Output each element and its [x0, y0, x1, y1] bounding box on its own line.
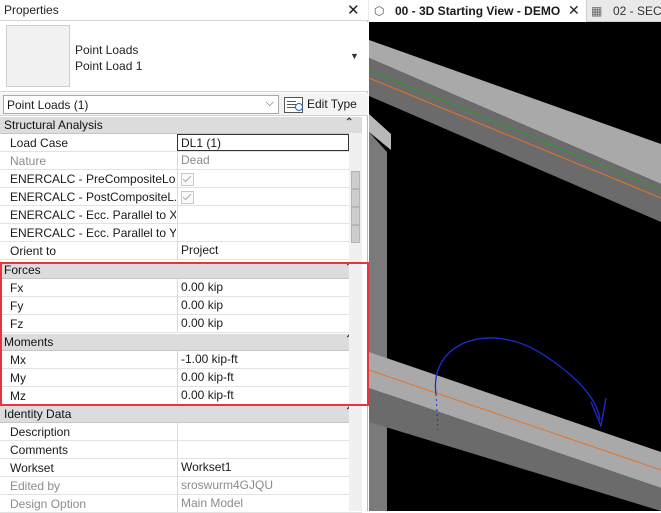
group-label: Forces [4, 263, 41, 277]
property-key: My [10, 371, 26, 385]
property-value[interactable] [177, 224, 362, 241]
property-key: Fx [10, 281, 24, 295]
type-preview-image [6, 25, 70, 87]
group-structural-analysis[interactable]: Structural Analysis ⌃ [0, 117, 362, 134]
property-value[interactable] [177, 206, 362, 223]
palette-title-bar: Properties ✕ [0, 0, 368, 21]
property-value[interactable]: 0.00 kip [177, 297, 362, 314]
property-value[interactable]: -1.00 kip-ft [177, 351, 362, 368]
view-icon: ▦ [591, 4, 603, 18]
scroll-thumb[interactable] [351, 189, 360, 207]
property-row-design-option: Design Option Main Model [0, 495, 362, 513]
palette-title: Properties [4, 3, 59, 17]
property-row-workset[interactable]: Workset Workset1 [0, 459, 362, 477]
property-key: ENERCALC - Ecc. Parallel to YY [10, 226, 176, 240]
property-row-orient-to[interactable]: Orient to Project [0, 242, 362, 260]
chevron-down-icon: ⌵ [265, 97, 274, 109]
property-key: Workset [10, 461, 54, 475]
group-identity-data[interactable]: Identity Data ⌃ [0, 406, 362, 423]
group-label: Moments [4, 335, 54, 349]
group-label: Structural Analysis [4, 118, 103, 132]
property-row-description[interactable]: Description [0, 423, 362, 441]
checkbox[interactable] [181, 191, 194, 204]
scroll-thumb[interactable] [351, 207, 360, 225]
edit-type-label: Edit Type [307, 97, 357, 111]
property-key: ENERCALC - PostCompositeL... [10, 190, 176, 204]
property-key: ENERCALC - PreCompositeLo... [10, 172, 176, 186]
group-forces[interactable]: Forces ⌃ [0, 262, 362, 279]
property-value[interactable]: 0.00 kip-ft [177, 369, 362, 386]
edit-type-button[interactable]: Edit Type [284, 95, 364, 114]
property-value: Dead [177, 152, 362, 169]
type-family: Point Loads [75, 43, 139, 57]
property-value [177, 170, 362, 187]
property-value [177, 188, 362, 205]
property-row-ecc-xx[interactable]: ENERCALC - Ecc. Parallel to XX [0, 206, 362, 224]
property-key: Design Option [10, 497, 87, 511]
property-key: Orient to [10, 244, 57, 258]
property-row-enercalc-precomposite[interactable]: ENERCALC - PreCompositeLo... [0, 170, 362, 188]
group-label: Identity Data [4, 407, 72, 421]
property-key: Edited by [10, 479, 61, 493]
property-row-edited-by: Edited by sroswurm4GJQU [0, 477, 362, 495]
column [369, 132, 387, 511]
property-value[interactable] [177, 441, 362, 458]
property-row-ecc-yy[interactable]: ENERCALC - Ecc. Parallel to YY [0, 224, 362, 242]
property-value[interactable]: 0.00 kip [177, 279, 362, 296]
scroll-thumb[interactable] [351, 171, 360, 189]
tab-label: 00 - 3D Starting View - DEMO [395, 4, 561, 18]
collapse-icon[interactable]: ⌃ [345, 117, 353, 128]
checkbox[interactable] [181, 173, 194, 186]
property-value[interactable]: Project [177, 242, 362, 259]
property-value[interactable] [177, 423, 362, 440]
property-key: Fz [10, 317, 24, 331]
property-value: Main Model [177, 495, 362, 512]
close-icon[interactable]: ✕ [568, 2, 580, 19]
dropdown-arrow-icon[interactable]: ▼ [350, 51, 359, 61]
property-key: Load Case [10, 136, 69, 150]
tab-3d-starting-view[interactable]: ⬡ 00 - 3D Starting View - DEMO ✕ [369, 0, 587, 22]
tab-section-view[interactable]: ▦ 02 - SECO [588, 0, 661, 22]
property-row-fy[interactable]: Fy 0.00 kip [0, 297, 362, 315]
property-key: Description [10, 425, 71, 439]
property-key: Mz [10, 389, 26, 403]
load-case-field[interactable]: DL1 (1) [177, 134, 349, 151]
property-row-comments[interactable]: Comments [0, 441, 362, 459]
property-value: sroswurm4GJQU [177, 477, 362, 494]
3d-view-icon: ⬡ [374, 4, 385, 18]
type-name: Point Load 1 [75, 59, 143, 73]
property-row-my[interactable]: My 0.00 kip-ft [0, 369, 362, 387]
instance-filter-dropdown[interactable]: Point Loads (1) ⌵ [3, 95, 279, 114]
property-row-fx[interactable]: Fx 0.00 kip [0, 279, 362, 297]
close-icon[interactable]: ✕ [347, 1, 360, 19]
property-row-fz[interactable]: Fz 0.00 kip [0, 315, 362, 333]
property-key: Mx [10, 353, 26, 367]
property-value[interactable]: 0.00 kip-ft [177, 387, 362, 404]
group-moments[interactable]: Moments ⌃ [0, 334, 362, 351]
properties-scrollbar[interactable] [349, 133, 362, 511]
property-row-mx[interactable]: Mx -1.00 kip-ft [0, 351, 362, 369]
type-selector-name: Point Loads Point Load 1 [75, 42, 142, 74]
property-row-mz[interactable]: Mz 0.00 kip-ft [0, 387, 362, 405]
viewport-canvas [369, 40, 661, 511]
property-key: Nature [10, 154, 47, 168]
property-value[interactable]: 0.00 kip [177, 315, 362, 332]
edit-type-icon [284, 97, 303, 113]
property-row-enercalc-postcomposite[interactable]: ENERCALC - PostCompositeL... [0, 188, 362, 206]
tab-label: 02 - SECO [613, 4, 661, 18]
property-row-nature: Nature Dead [0, 152, 362, 170]
scroll-thumb[interactable] [351, 225, 360, 243]
3d-viewport[interactable] [369, 22, 661, 511]
property-key: Comments [10, 443, 69, 457]
property-key: Fy [10, 299, 24, 313]
property-row-load-case[interactable]: Load Case DL1 (1) [0, 134, 362, 152]
property-value[interactable]: Workset1 [177, 459, 362, 476]
filter-value: Point Loads (1) [7, 98, 89, 112]
property-key: ENERCALC - Ecc. Parallel to XX [10, 208, 176, 222]
